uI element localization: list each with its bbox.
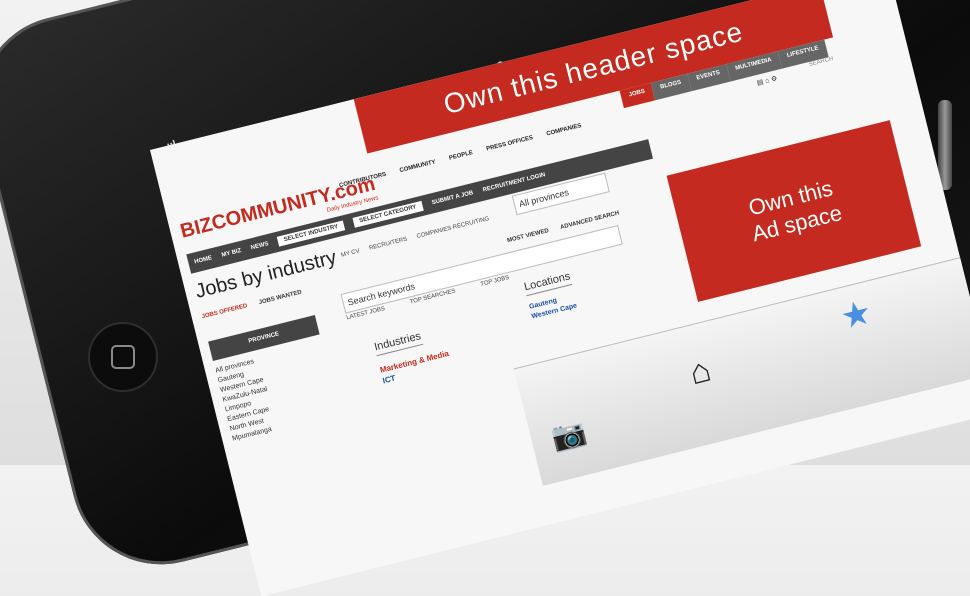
side-ad-banner[interactable]: Own this Ad space <box>666 120 922 302</box>
home-button[interactable] <box>88 322 158 392</box>
industries-list: Marketing & Media ICT <box>379 348 453 386</box>
tab-jobs-wanted[interactable]: JOBS WANTED <box>258 290 302 306</box>
locations-list: Gauteng Western Cape <box>528 292 578 323</box>
province-list: All provinces Gauteng Western Cape KwaZu… <box>214 356 278 445</box>
camera-icon[interactable]: 📷 <box>548 414 590 454</box>
nav-news[interactable]: NEWS <box>250 241 269 251</box>
province-heading: PROVINCE <box>208 315 320 362</box>
nav-community[interactable]: COMMUNITY <box>399 159 436 174</box>
industries-heading: Industries <box>373 330 423 357</box>
select-industry-dropdown[interactable]: SELECT INDUSTRY <box>277 220 346 247</box>
home-icon[interactable]: ⌂ <box>686 351 715 394</box>
subnav-recruiters[interactable]: RECRUITERS <box>369 237 408 252</box>
locations-heading: Locations <box>522 270 573 297</box>
tab-most-viewed[interactable]: MOST VIEWED <box>507 228 550 244</box>
tab-jobs-offered[interactable]: JOBS OFFERED <box>201 303 248 320</box>
subnav-companies-recruiting[interactable]: COMPANIES RECRUITING <box>416 216 490 240</box>
star-icon[interactable]: ★ <box>837 292 876 338</box>
flag-icon[interactable]: ▤ ⌂ ⚙ <box>756 74 778 87</box>
nav-people[interactable]: PEOPLE <box>449 150 474 162</box>
phone-device: 🔒 .ııl Own this header space JOBS BLOGS … <box>0 0 970 596</box>
nav-home[interactable]: HOME <box>194 255 213 265</box>
submit-job-link[interactable]: SUBMIT A JOB <box>431 190 474 206</box>
nav-my-biz[interactable]: MY BIZ <box>221 248 242 259</box>
nav-companies[interactable]: COMPANIES <box>546 123 582 138</box>
nav-press-offices[interactable]: PRESS OFFICES <box>486 135 534 152</box>
subnav-my-cv[interactable]: MY CV <box>341 248 361 258</box>
